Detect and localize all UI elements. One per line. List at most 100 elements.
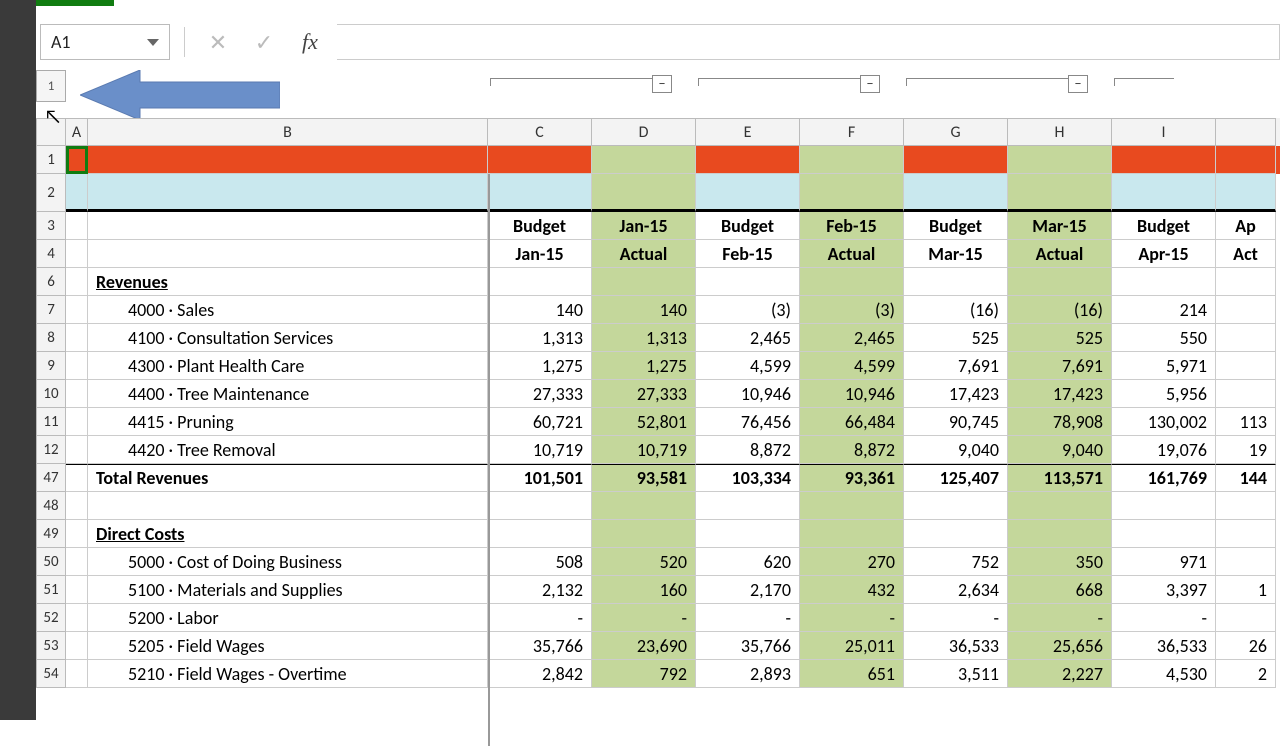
cell-value[interactable] [1112, 492, 1216, 520]
cell-value[interactable]: 2,842 [488, 660, 592, 688]
cell-value[interactable]: Ap [1216, 212, 1276, 240]
cell-value[interactable] [800, 174, 904, 212]
cell-value[interactable] [800, 520, 904, 548]
col-header-f[interactable]: F [800, 118, 904, 146]
row-header[interactable]: 49 [36, 520, 66, 548]
cell-value[interactable]: 525 [904, 324, 1008, 352]
row-header[interactable]: 4 [36, 240, 66, 268]
cell-value[interactable]: Actual [592, 240, 696, 268]
cell-value[interactable] [1112, 268, 1216, 296]
cell-value[interactable]: 8,872 [800, 436, 904, 464]
cell-value[interactable]: 101,501 [488, 464, 592, 492]
cell-value[interactable]: Budget [904, 212, 1008, 240]
cell-value[interactable]: 7,691 [904, 352, 1008, 380]
cell-value[interactable] [1216, 520, 1276, 548]
cell-value[interactable]: 525 [1008, 324, 1112, 352]
cell-value[interactable]: 5,956 [1112, 380, 1216, 408]
cell-value[interactable]: Budget [1112, 212, 1216, 240]
cell-value[interactable]: - [592, 604, 696, 632]
cell-value[interactable]: Jan-15 [592, 212, 696, 240]
cell-value[interactable] [1008, 174, 1112, 212]
cell-value[interactable]: 4,599 [800, 352, 904, 380]
row-header[interactable]: 11 [36, 408, 66, 436]
cell-value[interactable]: 668 [1008, 576, 1112, 604]
cell[interactable] [66, 268, 88, 296]
cell-value[interactable]: 36,533 [1112, 632, 1216, 660]
cell-value[interactable]: - [904, 604, 1008, 632]
cell-value[interactable]: 35,766 [488, 632, 592, 660]
cell-value[interactable]: 2,634 [904, 576, 1008, 604]
cell-value[interactable]: 23,690 [592, 632, 696, 660]
cell-value[interactable]: 2,132 [488, 576, 592, 604]
row-header[interactable]: 50 [36, 548, 66, 576]
cell-value[interactable]: - [1008, 604, 1112, 632]
cell-value[interactable] [592, 520, 696, 548]
cell-label[interactable]: 4300 · Plant Health Care [88, 352, 488, 380]
cell-value[interactable] [488, 146, 592, 174]
cell-value[interactable] [904, 174, 1008, 212]
cell-value[interactable]: 25,656 [1008, 632, 1112, 660]
cell[interactable] [66, 464, 88, 492]
cell-value[interactable]: 620 [696, 548, 800, 576]
cell-value[interactable]: 76,456 [696, 408, 800, 436]
name-box[interactable]: A1 [40, 24, 170, 60]
cell-value[interactable]: 792 [592, 660, 696, 688]
cell[interactable] [66, 296, 88, 324]
cell-value[interactable] [1216, 296, 1276, 324]
cell-value[interactable]: (16) [1008, 296, 1112, 324]
cell-value[interactable]: 93,581 [592, 464, 696, 492]
cell-value[interactable] [1216, 146, 1276, 174]
cell-label[interactable] [88, 492, 488, 520]
cell-value[interactable]: Apr-15 [1112, 240, 1216, 268]
cell-value[interactable] [696, 492, 800, 520]
chevron-down-icon[interactable] [147, 39, 159, 46]
cell-value[interactable]: Feb-15 [800, 212, 904, 240]
cell-value[interactable]: Act [1216, 240, 1276, 268]
cell-value[interactable] [696, 174, 800, 212]
cell[interactable] [66, 380, 88, 408]
cell-value[interactable]: 130,002 [1112, 408, 1216, 436]
cell-value[interactable]: 5,971 [1112, 352, 1216, 380]
outline-level-1[interactable]: 1 [36, 70, 66, 102]
col-header-i[interactable]: I [1112, 118, 1216, 146]
cell[interactable] [66, 660, 88, 688]
cell-value[interactable]: 26 [1216, 632, 1276, 660]
cell[interactable] [66, 240, 88, 268]
row-header[interactable]: 52 [36, 604, 66, 632]
cell-label[interactable]: 5100 · Materials and Supplies [88, 576, 488, 604]
cell-value[interactable]: (3) [800, 296, 904, 324]
row-header[interactable]: 3 [36, 212, 66, 240]
cell-value[interactable] [1112, 174, 1216, 212]
cell-value[interactable]: 10,946 [696, 380, 800, 408]
spreadsheet-grid[interactable]: A B C D E F G H I 123BudgetJan-15BudgetF… [36, 118, 1280, 688]
cell-value[interactable] [488, 268, 592, 296]
cell-label[interactable]: 4000 · Sales [88, 296, 488, 324]
cell-value[interactable]: 19,076 [1112, 436, 1216, 464]
group-collapse-button[interactable]: − [1068, 75, 1088, 93]
cell-value[interactable]: 350 [1008, 548, 1112, 576]
cell[interactable] [66, 174, 88, 212]
row-header[interactable]: 6 [36, 268, 66, 296]
cell-value[interactable] [1216, 352, 1276, 380]
cell-label[interactable]: Total Revenues [88, 464, 488, 492]
cell-value[interactable]: 10,719 [592, 436, 696, 464]
cell-value[interactable]: (3) [696, 296, 800, 324]
cell-value[interactable] [800, 268, 904, 296]
cell-label[interactable]: 4415 · Pruning [88, 408, 488, 436]
cell-label[interactable] [88, 174, 488, 212]
col-header-a[interactable]: A [66, 118, 88, 146]
cell-value[interactable]: Mar-15 [1008, 212, 1112, 240]
cell-value[interactable]: 36,533 [904, 632, 1008, 660]
cell-value[interactable] [592, 492, 696, 520]
cell-value[interactable] [1008, 520, 1112, 548]
col-header-j[interactable] [1216, 118, 1276, 146]
cell-value[interactable]: 10,719 [488, 436, 592, 464]
cell-value[interactable]: 2,893 [696, 660, 800, 688]
cell-value[interactable]: 125,407 [904, 464, 1008, 492]
cell-value[interactable]: 4,530 [1112, 660, 1216, 688]
cell-value[interactable]: 3,511 [904, 660, 1008, 688]
cell-value[interactable]: 432 [800, 576, 904, 604]
cell-value[interactable]: 214 [1112, 296, 1216, 324]
row-header[interactable]: 1 [36, 146, 66, 174]
row-header[interactable]: 12 [36, 436, 66, 464]
